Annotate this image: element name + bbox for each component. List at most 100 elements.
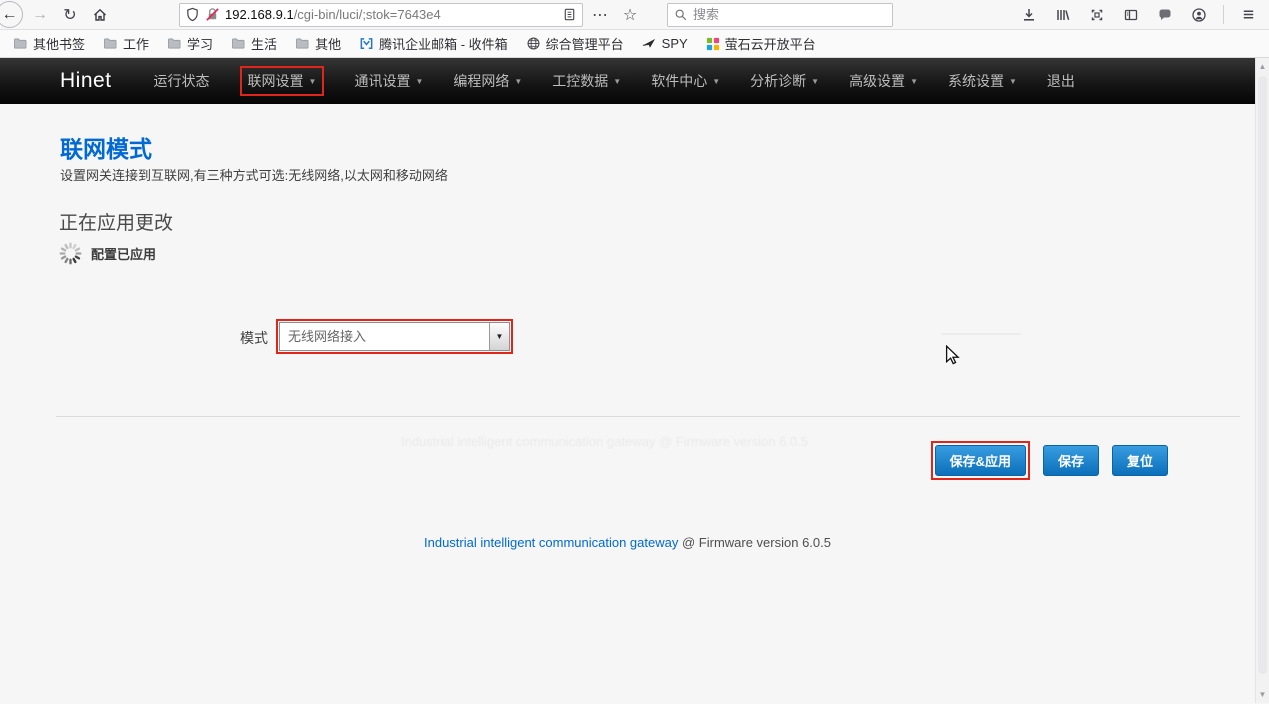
mail-icon: [359, 36, 374, 51]
bookmark-spy[interactable]: SPY: [635, 33, 695, 54]
chevron-down-icon: ▼: [613, 77, 621, 86]
nav-item-communication-settings[interactable]: 通讯设置▼: [354, 71, 423, 91]
mode-select[interactable]: 无线网络接入 ▼: [279, 322, 510, 351]
chevron-down-icon: ▼: [514, 77, 522, 86]
browser-viewport: Hinet 运行状态 联网设置 ▼ 通讯设置▼ 编程网络▼ 工控数据▼ 软件中心 ▼…: [0, 58, 1269, 703]
section-divider: [56, 416, 1240, 417]
chevron-down-icon: ▼: [1009, 77, 1017, 86]
chevron-down-icon: ▼: [496, 332, 504, 341]
color-grid-icon: [706, 37, 720, 51]
nav-item-label: 退出: [1047, 71, 1075, 91]
bookmark-management-platform[interactable]: 综合管理平台: [519, 31, 631, 56]
scrollbar-up-arrow[interactable]: ▲: [1256, 62, 1269, 71]
forward-button[interactable]: →: [27, 2, 53, 28]
page-title: 联网模式: [60, 130, 152, 164]
chevron-down-icon: ▼: [309, 77, 317, 86]
url-path: /cgi-bin/luci/;stok=7643e4: [294, 7, 441, 22]
site-logo: Hinet: [60, 69, 112, 93]
chevron-down-icon: ▼: [811, 77, 819, 86]
bookmark-label: 萤石云开放平台: [725, 34, 816, 53]
bookmark-label: 腾讯企业邮箱 - 收件箱: [379, 34, 508, 53]
home-button[interactable]: [87, 2, 113, 28]
sidebar-toggle-button[interactable]: [1118, 2, 1144, 28]
nav-item-label: 软件中心: [651, 71, 707, 91]
chevron-down-icon: ▼: [910, 77, 918, 86]
page-footer: Industrial intelligent communication gat…: [0, 535, 1255, 550]
bookmark-tencent-exmail[interactable]: 腾讯企业邮箱 - 收件箱: [352, 31, 515, 56]
plane-icon: [642, 36, 657, 51]
ellipsis-icon: ⋯: [592, 5, 608, 25]
sidebar-icon: [1123, 7, 1139, 23]
reload-button[interactable]: ↻: [57, 2, 83, 28]
url-text: 192.168.9.1/cgi-bin/luci/;stok=7643e4: [225, 7, 557, 22]
menu-button[interactable]: [1235, 2, 1261, 28]
folder-icon: [13, 37, 28, 50]
chevron-down-icon: ▼: [712, 77, 720, 86]
screenshot-crop-icon: [1089, 7, 1105, 23]
folder-icon: [167, 37, 182, 50]
account-button[interactable]: [1186, 2, 1212, 28]
nav-item-advanced-settings[interactable]: 高级设置▼: [849, 71, 918, 91]
nav-item-industrial-data[interactable]: 工控数据▼: [552, 71, 621, 91]
nav-item-programming-network[interactable]: 编程网络▼: [453, 71, 522, 91]
bookmark-ezviz-platform[interactable]: 萤石云开放平台: [699, 31, 823, 56]
bookmark-folder-other-bookmarks[interactable]: 其他书签: [6, 31, 92, 56]
screenshot-button[interactable]: [1084, 2, 1110, 28]
scrollbar-thumb[interactable]: [1258, 76, 1267, 674]
annotation-box-mode-select: 无线网络接入 ▼: [276, 319, 513, 354]
bookmark-folder-work[interactable]: 工作: [96, 31, 156, 56]
library-button[interactable]: [1050, 2, 1076, 28]
speech-bubble-icon: [1157, 7, 1173, 23]
nav-item-system-settings[interactable]: 系统设置▼: [948, 71, 1017, 91]
bookmark-folder-study[interactable]: 学习: [160, 31, 220, 56]
reader-mode-icon[interactable]: [562, 7, 577, 22]
mode-select-arrow-button[interactable]: ▼: [489, 323, 509, 350]
search-input[interactable]: [693, 7, 886, 22]
nav-item-label: 运行状态: [154, 71, 210, 91]
nav-item-logout[interactable]: 退出: [1047, 71, 1075, 91]
url-host: 192.168.9.1: [225, 7, 294, 22]
ghost-footer-link-text: Industrial intelligent communication gat…: [401, 434, 655, 449]
status-message: 配置已应用: [91, 244, 156, 263]
nav-item-analysis-diagnosis[interactable]: 分析诊断▼: [750, 71, 819, 91]
bookmark-folder-life[interactable]: 生活: [224, 31, 284, 56]
ghost-footer-suffix-text: @ Firmware version 6.0.5: [655, 434, 808, 449]
mode-label: 模式: [240, 328, 268, 348]
bookmark-star-button[interactable]: ☆: [617, 2, 643, 28]
save-button[interactable]: 保存: [1043, 445, 1099, 476]
loading-spinner-icon: [57, 240, 84, 267]
account-person-icon: [1191, 7, 1207, 23]
chevron-down-icon: ▼: [415, 77, 423, 86]
hamburger-menu-icon: [1241, 7, 1256, 22]
nav-item-running-status[interactable]: 运行状态: [154, 71, 210, 91]
library-icon: [1055, 7, 1071, 23]
reset-button[interactable]: 复位: [1112, 445, 1168, 476]
nav-item-network-settings[interactable]: 联网设置 ▼: [240, 66, 325, 96]
footer-gateway-link[interactable]: Industrial intelligent communication gat…: [424, 535, 678, 550]
bookmarks-bar: 其他书签 工作 学习 生活 其他 腾讯企业邮箱 - 收件箱 综合管理平台 SPY…: [0, 30, 1269, 58]
folder-icon: [231, 37, 246, 50]
messages-button[interactable]: [1152, 2, 1178, 28]
scrollbar-down-arrow[interactable]: ▼: [1256, 690, 1269, 699]
mode-select-value: 无线网络接入: [280, 323, 489, 350]
bookmark-label: 其他: [315, 34, 341, 53]
nav-item-label: 联网设置: [248, 71, 304, 91]
ghost-footer-text: Industrial intelligent communication gat…: [401, 434, 808, 449]
page-column: Hinet 运行状态 联网设置 ▼ 通讯设置▼ 编程网络▼ 工控数据▼ 软件中心 ▼…: [0, 58, 1255, 703]
footer-firmware-text: @ Firmware version 6.0.5: [678, 535, 831, 550]
bookmark-folder-misc[interactable]: 其他: [288, 31, 348, 56]
page-scrollbar[interactable]: ▲ ▼: [1255, 58, 1269, 703]
downloads-button[interactable]: [1016, 2, 1042, 28]
bookmark-label: 综合管理平台: [546, 34, 624, 53]
search-icon: [674, 8, 688, 22]
back-button[interactable]: ←: [0, 1, 23, 28]
status-row: 配置已应用: [57, 240, 156, 267]
folder-icon: [103, 37, 118, 50]
nav-item-software-center[interactable]: 软件中心 ▼: [651, 71, 720, 91]
page-actions-button[interactable]: ⋯: [587, 2, 613, 28]
save-apply-button[interactable]: 保存&应用: [935, 445, 1026, 476]
action-buttons-row: 保存&应用 保存 复位: [931, 441, 1168, 480]
insecure-lock-icon: [205, 7, 220, 22]
search-bar[interactable]: [667, 3, 893, 27]
url-bar[interactable]: 192.168.9.1/cgi-bin/luci/;stok=7643e4: [179, 3, 583, 27]
